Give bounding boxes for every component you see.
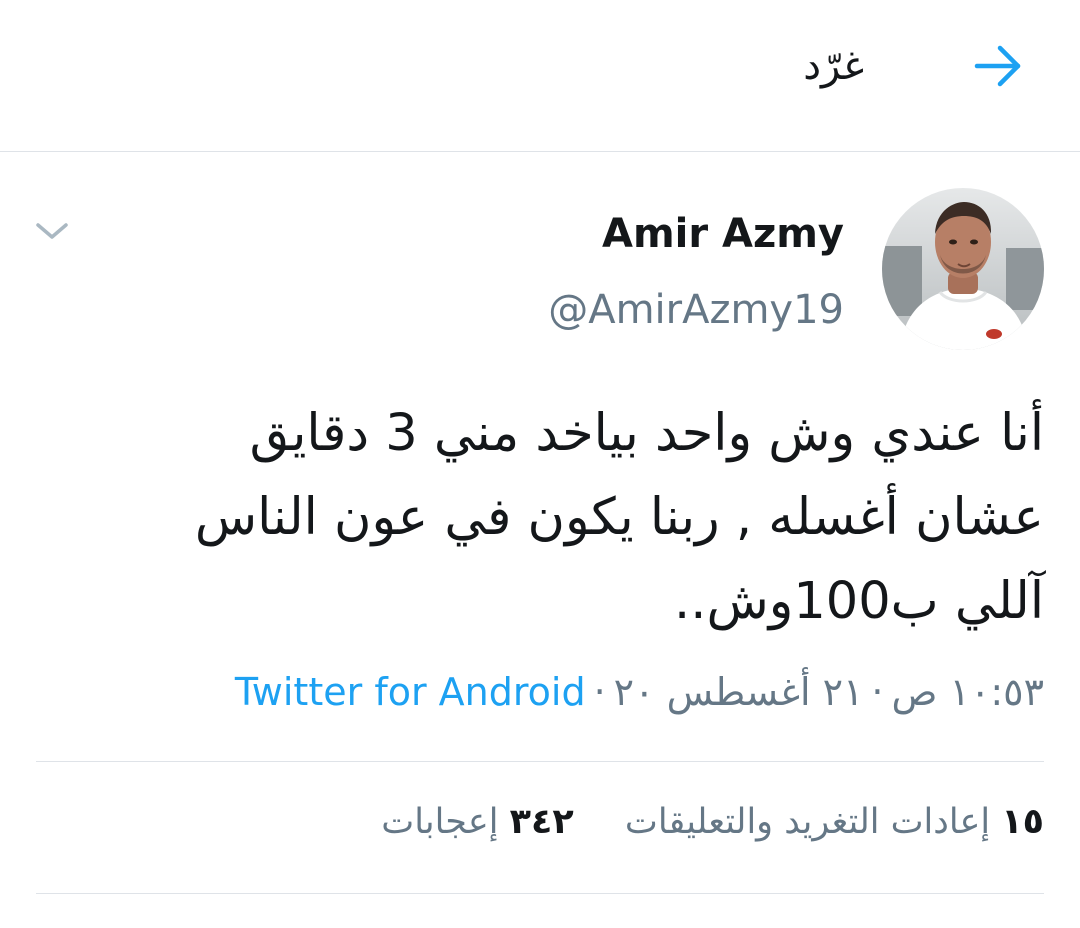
tweet-date: ٢١ أغسطس ٢٠ [613,670,864,714]
page-title: غرّد [803,43,864,89]
meta-separator: · [593,670,606,714]
tweet-text: أنا عندي وش واحد بياخد مني 3 دقايق عشان … [194,404,1044,631]
retweets-count: ١٥ [1001,802,1044,842]
likes-label: إعجابات [381,802,499,842]
display-name[interactable]: Amir Azmy [602,206,844,262]
meta-separator: · [871,670,884,714]
tweet-stats: ١٥ إعادات التغريد والتعليقات ٣٤٢ إعجابات [381,796,1044,848]
arrow-right-icon [974,44,1022,92]
user-handle[interactable]: @AmirAzmy19 [548,282,844,338]
tweet-source-link[interactable]: Twitter for Android [235,670,586,714]
back-button[interactable] [972,44,1024,92]
tweet-time: ١٠:٥٣ ص [891,670,1044,714]
tweet-meta: ١٠:٥٣ ص·٢١ أغسطس ٢٠·Twitter for Android [235,664,1044,720]
retweets-label: إعادات التغريد والتعليقات [624,802,991,842]
top-bar: غرّد [0,0,1080,152]
divider [36,893,1044,894]
retweets-stat[interactable]: ١٥ إعادات التغريد والتعليقات [625,796,1044,848]
tweet-menu-button[interactable] [30,215,74,251]
likes-count: ٣٤٢ [509,802,574,842]
divider [36,761,1044,762]
user-avatar[interactable] [882,188,1044,350]
likes-stat[interactable]: ٣٤٢ إعجابات [381,796,573,848]
chevron-down-icon [35,221,69,245]
